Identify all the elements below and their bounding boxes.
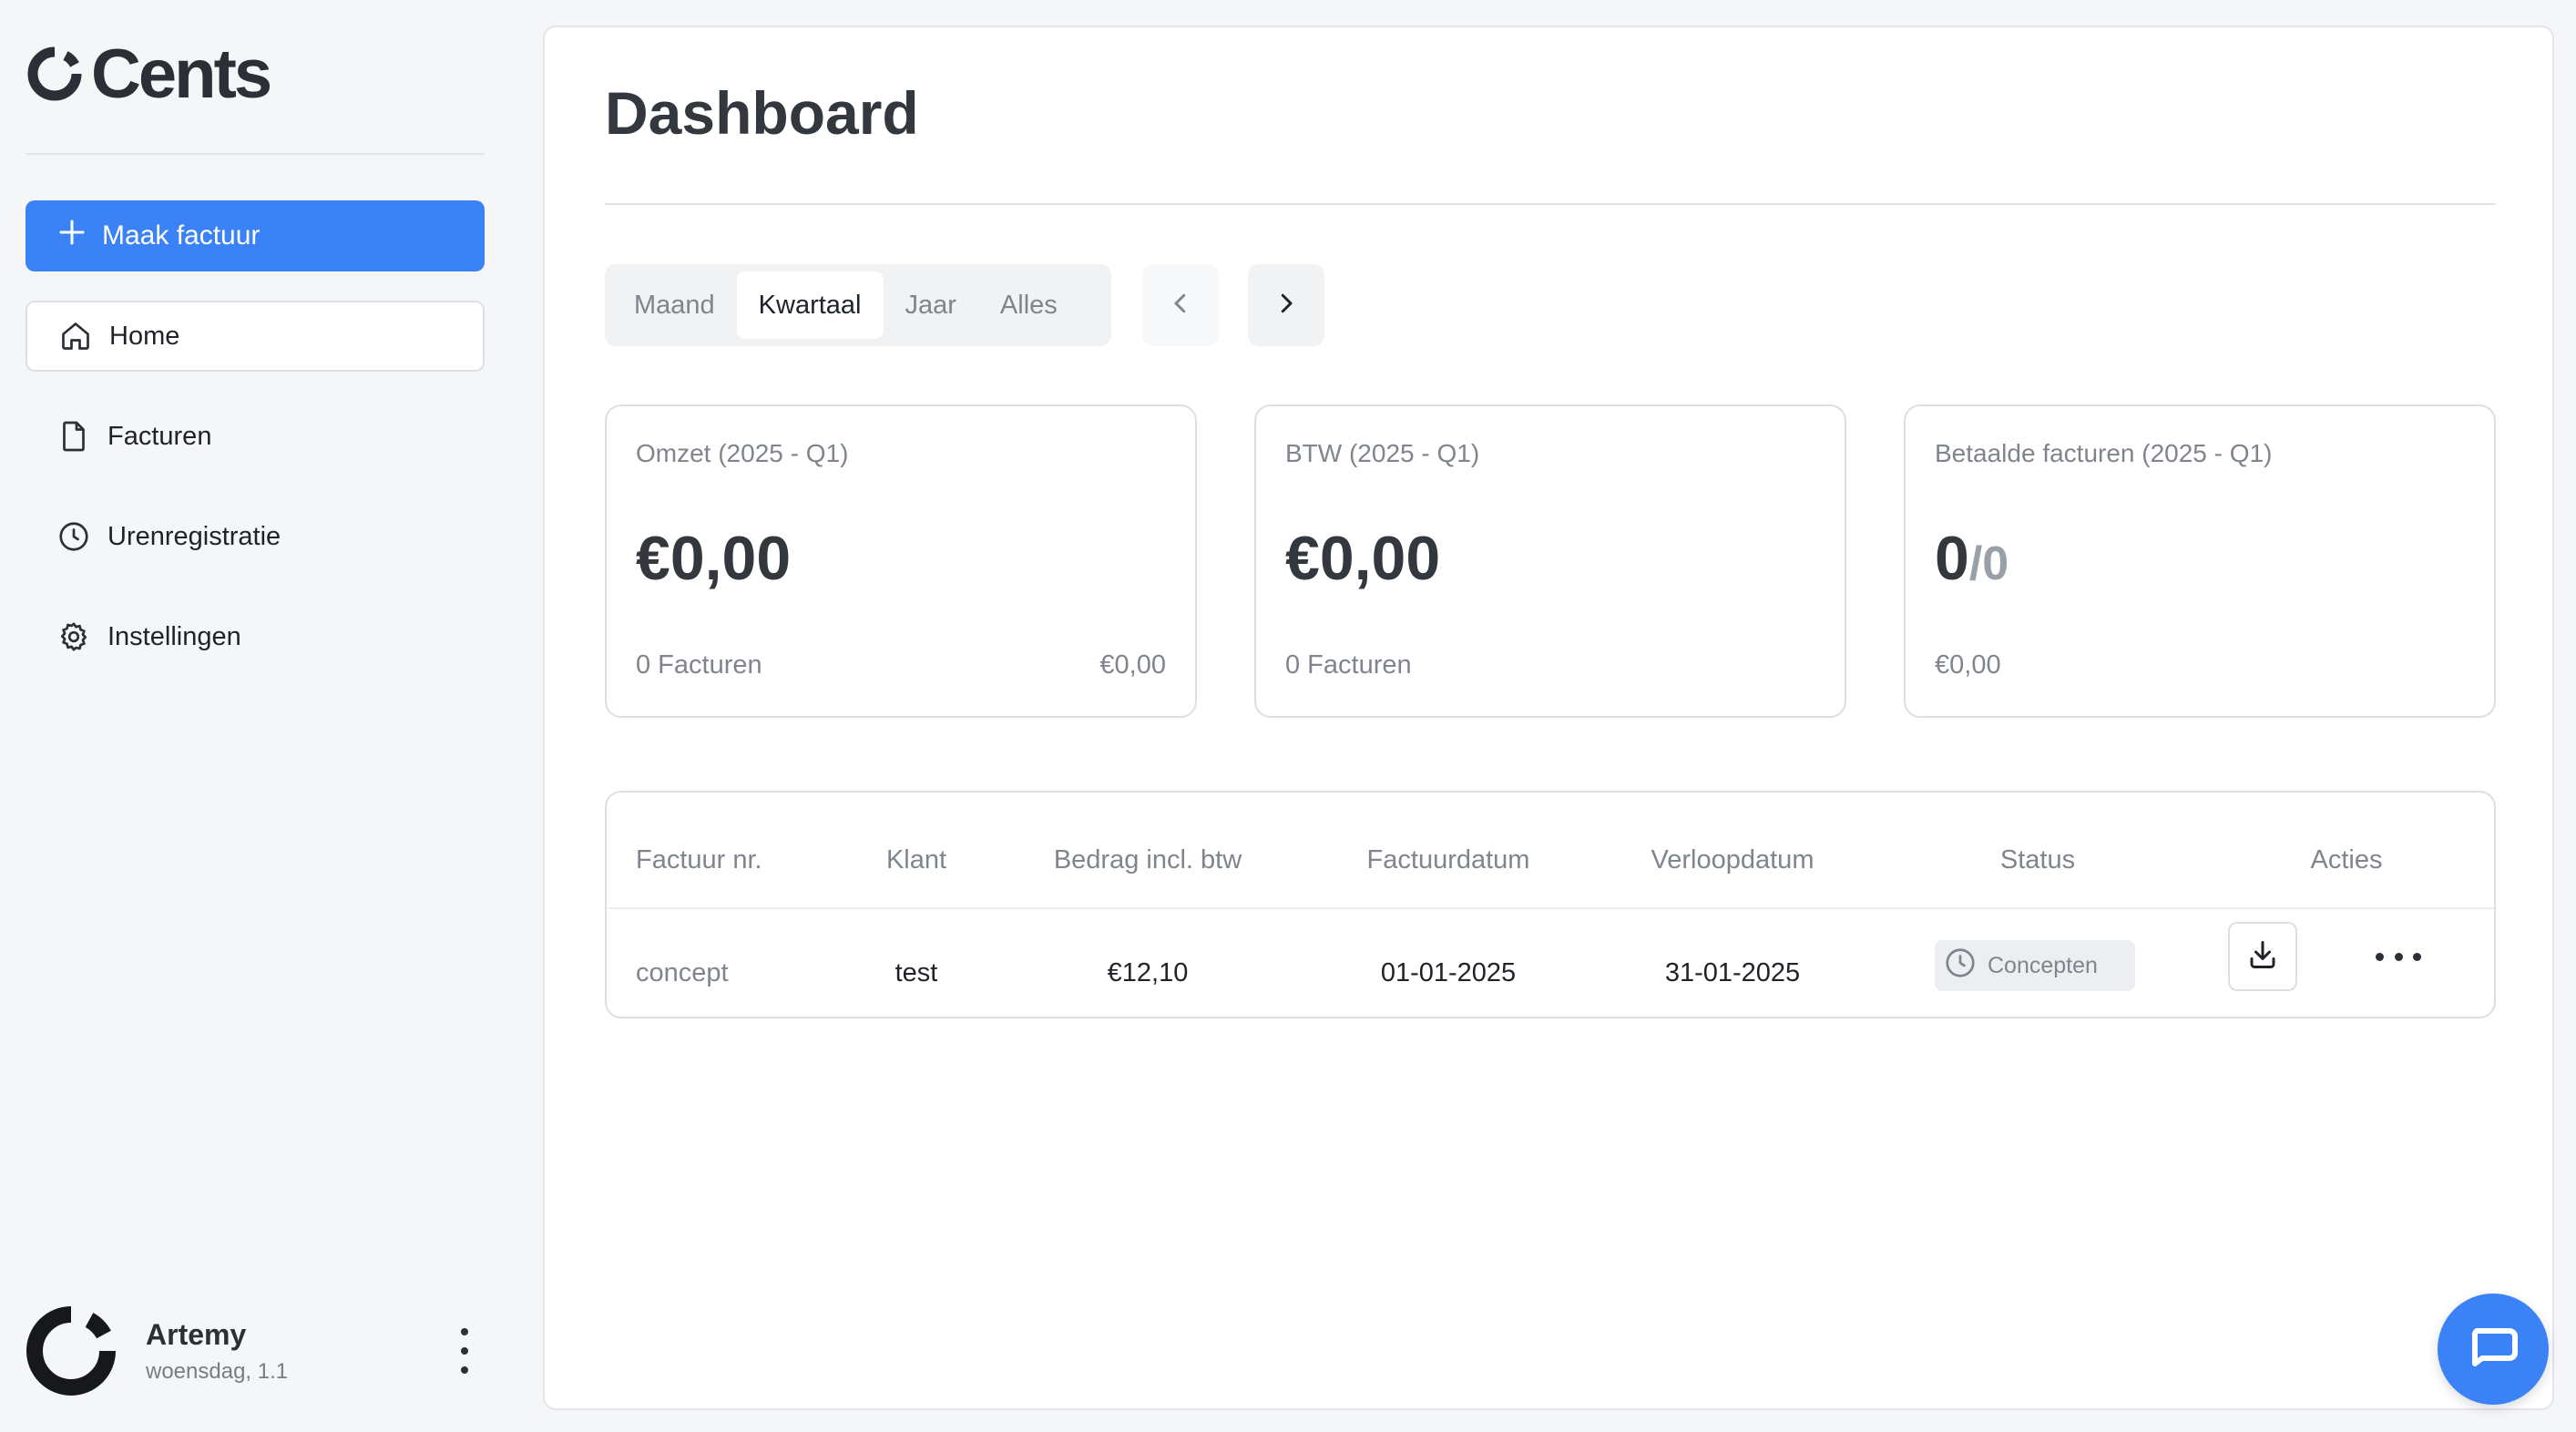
more-actions-button[interactable] bbox=[2376, 944, 2421, 969]
column-header: Status bbox=[1999, 845, 2076, 875]
cents-logo-icon bbox=[26, 45, 84, 103]
download-button[interactable] bbox=[2228, 922, 2297, 991]
create-invoice-button[interactable]: Maak factuur bbox=[26, 200, 485, 271]
dot bbox=[2413, 952, 2421, 961]
column-header: Bedrag incl. btw bbox=[1053, 845, 1242, 875]
period-tab-jaar[interactable]: Jaar bbox=[884, 271, 978, 339]
gear-icon bbox=[56, 619, 91, 654]
chat-bubble-icon bbox=[2464, 1318, 2522, 1381]
app-logo[interactable]: Cents bbox=[26, 33, 272, 115]
sidebar-item-facturen[interactable]: Facturen bbox=[26, 401, 485, 472]
card-label: Omzet (2025 - Q1) bbox=[636, 439, 849, 467]
due-date: 31-01-2025 bbox=[1664, 958, 1801, 987]
header-divider bbox=[607, 907, 2494, 909]
sidebar-divider bbox=[26, 153, 485, 155]
create-invoice-label: Maak factuur bbox=[102, 220, 261, 251]
column-header: Verloopdatum bbox=[1651, 845, 1814, 875]
next-period-button[interactable] bbox=[1248, 264, 1324, 346]
total-count: /0 bbox=[1968, 537, 2009, 590]
dot bbox=[2394, 952, 2403, 961]
card-footer-count: 0 Facturen bbox=[636, 650, 762, 680]
home-icon bbox=[58, 319, 93, 353]
plus-icon bbox=[58, 219, 86, 253]
card-value: 0/0 bbox=[1935, 523, 2009, 594]
clock-icon bbox=[1944, 946, 1977, 986]
dot bbox=[461, 1328, 468, 1335]
document-icon bbox=[56, 419, 91, 454]
invoice-date: 01-01-2025 bbox=[1380, 958, 1517, 987]
period-tab-alles[interactable]: Alles bbox=[978, 271, 1079, 339]
paid-invoices-card: Betaalde facturen (2025 - Q1) 0/0 €0,00 bbox=[1904, 404, 2496, 718]
page-title: Dashboard bbox=[605, 79, 919, 147]
revenue-card: Omzet (2025 - Q1) €0,00 0 Facturen €0,00 bbox=[605, 404, 1197, 718]
status-badge: Concepten bbox=[1935, 940, 2135, 991]
sidebar-item-label: Instellingen bbox=[107, 621, 241, 651]
card-value: €0,00 bbox=[1285, 524, 1441, 593]
card-footer-amount: €0,00 bbox=[1935, 650, 2001, 680]
sidebar-item-home[interactable]: Home bbox=[26, 301, 485, 372]
invoices-table: Factuur nr. Klant Bedrag incl. btw Factu… bbox=[605, 791, 2496, 1018]
user-date: woensdag, 1.1 bbox=[146, 1358, 289, 1384]
main-panel: Dashboard Maand Kwartaal Jaar Alles Omze… bbox=[543, 26, 2554, 1410]
sidebar-item-label: Urenregistratie bbox=[107, 521, 281, 551]
dot bbox=[2376, 952, 2384, 961]
status-label: Concepten bbox=[1988, 952, 2098, 978]
column-header: Factuur nr. bbox=[636, 845, 762, 875]
column-header: Factuurdatum bbox=[1366, 845, 1530, 875]
client-name: test bbox=[894, 958, 938, 987]
clock-icon bbox=[56, 519, 91, 554]
sidebar-item-urenregistratie[interactable]: Urenregistratie bbox=[26, 501, 485, 572]
sidebar-item-label: Home bbox=[109, 321, 180, 351]
column-header: Klant bbox=[885, 845, 947, 875]
user-name: Artemy bbox=[146, 1317, 247, 1351]
dot bbox=[461, 1347, 468, 1355]
user-menu-button[interactable] bbox=[455, 1328, 474, 1374]
previous-period-button[interactable] bbox=[1142, 264, 1219, 346]
invoice-amount: €12,10 bbox=[1107, 958, 1189, 987]
vat-card: BTW (2025 - Q1) €0,00 0 Facturen bbox=[1254, 404, 1846, 718]
card-label: Betaalde facturen (2025 - Q1) bbox=[1935, 439, 2273, 467]
avatar[interactable] bbox=[26, 1305, 117, 1396]
invoice-number: concept bbox=[636, 958, 729, 987]
period-selector: Maand Kwartaal Jaar Alles bbox=[605, 264, 1111, 346]
title-divider bbox=[605, 203, 2496, 205]
column-header: Acties bbox=[2310, 845, 2383, 875]
chat-support-button[interactable] bbox=[2438, 1294, 2549, 1405]
period-tab-maand[interactable]: Maand bbox=[612, 271, 737, 339]
card-label: BTW (2025 - Q1) bbox=[1285, 439, 1480, 467]
sidebar: Cents Maak factuur Home Facturen Urenreg… bbox=[0, 0, 510, 1432]
paid-count: 0 bbox=[1935, 524, 1969, 593]
chevron-left-icon bbox=[1167, 290, 1194, 322]
card-footer-amount: €0,00 bbox=[1099, 650, 1166, 680]
period-tab-kwartaal[interactable]: Kwartaal bbox=[736, 271, 884, 339]
app-name: Cents bbox=[91, 35, 272, 113]
download-icon bbox=[2246, 938, 2279, 976]
sidebar-item-label: Facturen bbox=[107, 421, 212, 451]
chevron-right-icon bbox=[1273, 290, 1300, 322]
card-value: €0,00 bbox=[636, 524, 792, 593]
dot bbox=[461, 1366, 468, 1374]
user-profile: Artemy woensdag, 1.1 bbox=[26, 1301, 499, 1401]
card-footer-count: 0 Facturen bbox=[1285, 650, 1412, 680]
sidebar-item-instellingen[interactable]: Instellingen bbox=[26, 601, 485, 672]
